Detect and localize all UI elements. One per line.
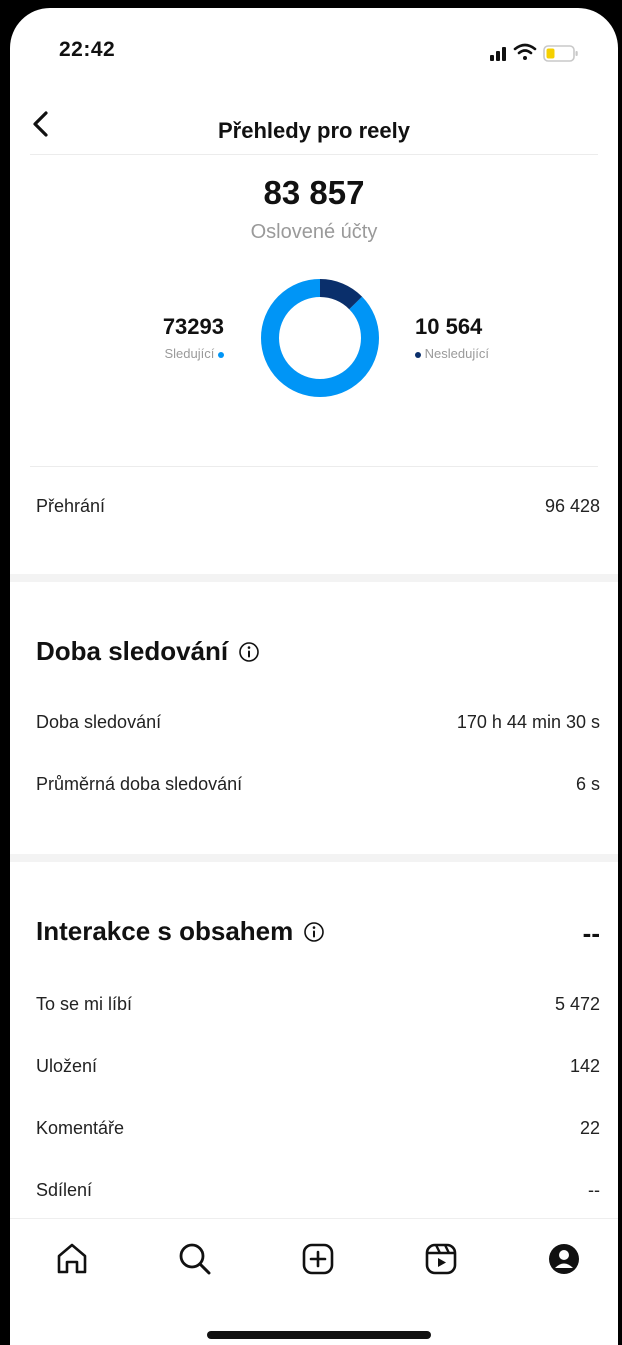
interactions-title: Interakce s obsahem xyxy=(36,916,294,946)
saves-value: 142 xyxy=(569,1056,600,1076)
screen: 22:42 Přehledy pro reely 83 857 Oslovené… xyxy=(10,8,618,1345)
likes-row: To se mi líbí 5 472 xyxy=(36,994,600,1015)
avg-watch-time-value: 6 s xyxy=(575,774,600,794)
watch-time-row: Doba sledování 170 h 44 min 30 s xyxy=(36,712,600,733)
section-divider xyxy=(10,854,618,862)
comments-row: Komentáře 22 xyxy=(36,1118,600,1139)
interactions-heading: Interakce s obsahem xyxy=(36,916,325,947)
plays-label: Přehrání xyxy=(36,496,106,516)
accounts-reached-value: 83 857 xyxy=(263,174,365,211)
status-icons xyxy=(490,43,578,62)
battery-icon xyxy=(543,45,578,62)
watch-time-heading: Doba sledování xyxy=(36,636,260,667)
info-icon[interactable] xyxy=(238,641,260,663)
section-divider xyxy=(10,574,618,582)
reach-donut-chart xyxy=(261,279,379,397)
non-followers-value: 10 564 xyxy=(415,314,483,339)
shares-value: -- xyxy=(588,1180,600,1200)
search-icon[interactable] xyxy=(175,1239,215,1279)
accounts-reached-label: Oslovené účty xyxy=(250,221,378,243)
wifi-icon xyxy=(513,43,537,60)
signal-icon xyxy=(490,47,506,61)
likes-value: 5 472 xyxy=(554,994,600,1014)
status-time: 22:42 xyxy=(59,38,116,61)
likes-label: To se mi líbí xyxy=(36,994,133,1014)
page-title: Přehledy pro reely xyxy=(218,118,410,143)
shares-label: Sdílení xyxy=(36,1180,93,1200)
saves-row: Uložení 142 xyxy=(36,1056,600,1077)
non-followers-label: Nesledující xyxy=(424,346,489,361)
followers-dot xyxy=(218,351,224,358)
shares-row: Sdílení -- xyxy=(36,1180,600,1201)
watch-time-label: Doba sledování xyxy=(36,712,162,732)
avg-watch-time-label: Průměrná doba sledování xyxy=(36,774,243,794)
comments-label: Komentáře xyxy=(36,1118,125,1138)
avg-watch-time-row: Průměrná doba sledování 6 s xyxy=(36,774,600,795)
followers-label: Sledující xyxy=(164,346,215,361)
plays-value: 96 428 xyxy=(544,496,600,516)
divider xyxy=(30,466,598,467)
header: Přehledy pro reely xyxy=(10,92,618,152)
home-indicator xyxy=(207,1331,431,1339)
plays-row: Přehrání 96 428 xyxy=(36,496,600,517)
non-followers-dot xyxy=(415,351,421,358)
profile-icon[interactable] xyxy=(544,1239,584,1279)
watch-time-title: Doba sledování xyxy=(36,636,229,666)
home-icon[interactable] xyxy=(52,1239,92,1279)
interactions-total: -- xyxy=(582,918,600,948)
non-followers-legend: Nesledující xyxy=(415,346,489,361)
status-bar: 22:42 xyxy=(10,8,618,88)
watch-time-value: 170 h 44 min 30 s xyxy=(456,712,600,732)
info-icon[interactable] xyxy=(303,921,325,943)
saves-label: Uložení xyxy=(36,1056,98,1076)
create-icon[interactable] xyxy=(298,1239,338,1279)
followers-legend: Sledující xyxy=(110,346,224,361)
reels-icon[interactable] xyxy=(421,1239,461,1279)
followers-value: 73293 xyxy=(162,314,224,339)
comments-value: 22 xyxy=(579,1118,600,1138)
header-divider xyxy=(30,154,598,155)
bottom-tab-bar xyxy=(10,1218,618,1309)
